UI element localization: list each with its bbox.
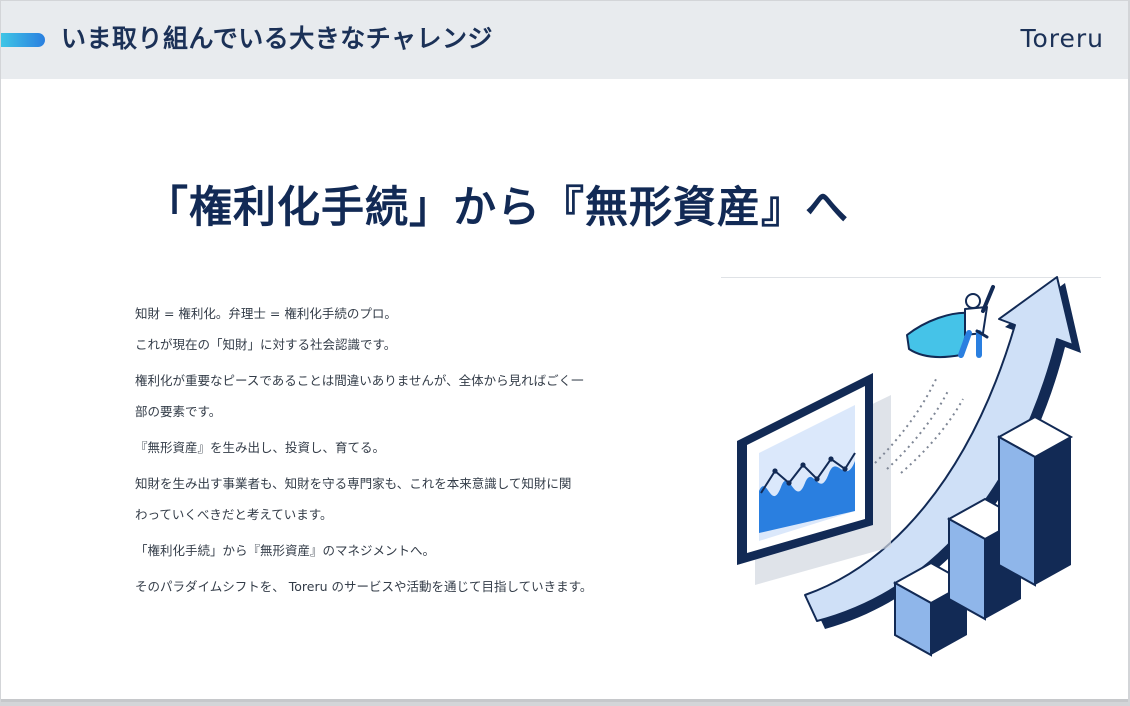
monitor-chart-icon [737, 373, 891, 585]
paragraph-line: 「権利化手続」から『無形資産』のマネジメントへ。 [135, 543, 436, 558]
body-text: 知財 = 権利化。弁理士 = 権利化手続のプロ。 これが現在の「知財」に対する社… [135, 298, 655, 602]
header-accent-bar [1, 33, 45, 47]
paragraph-line: 権利化が重要なピースであることは間違いありませんが、全体から見ればごく一 [135, 373, 584, 388]
growth-illustration [737, 276, 1081, 657]
toreru-logo: Toreru [1020, 24, 1104, 53]
paragraph-line: わっていくべきだと考えています。 [135, 507, 333, 522]
bottom-border [1, 699, 1128, 702]
paragraph-line: これが現在の「知財」に対する社会認識です。 [135, 337, 397, 352]
superhero-icon [906, 285, 995, 358]
paragraph-line: そのパラダイムシフトを、 Toreru のサービスや活動を通じて目指していきます… [135, 579, 593, 594]
paragraph-line: 部の要素です。 [135, 404, 222, 419]
slide: いま取り組んでいる大きなチャレンジ Toreru 「権利化手続」から『無形資産』… [1, 1, 1128, 702]
header-bar: いま取り組んでいる大きなチャレンジ Toreru [1, 1, 1128, 79]
header-title: いま取り組んでいる大きなチャレンジ [61, 24, 494, 53]
paragraph-line: 知財 = 権利化。弁理士 = 権利化手続のプロ。 [135, 306, 397, 321]
paragraph-line: 『無形資産』を生み出し、投資し、育てる。 [135, 440, 386, 455]
paragraph-line: 知財を生み出す事業者も、知財を守る専門家も、これを本来意識して知財に関 [135, 476, 572, 491]
main-title: 「権利化手続」から『無形資産』へ [145, 183, 849, 233]
